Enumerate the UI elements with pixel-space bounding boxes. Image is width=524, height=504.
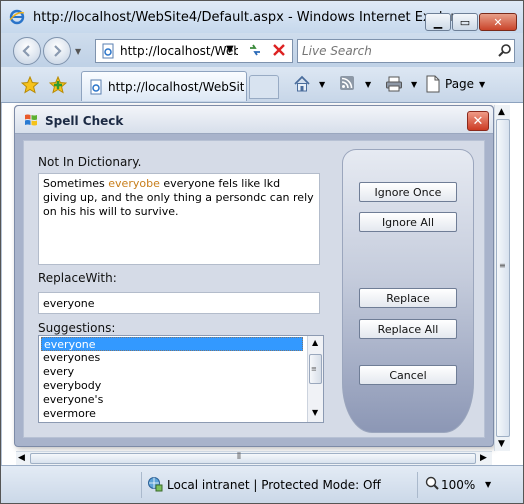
home-icon[interactable] — [293, 75, 311, 93]
refresh-icon[interactable] — [247, 42, 263, 58]
replace-all-button[interactable]: Replace All — [359, 319, 457, 339]
minimize-button[interactable]: ▁ — [425, 13, 451, 31]
back-arrow-icon — [22, 45, 30, 57]
list-item[interactable]: everyone's — [41, 393, 303, 407]
back-button[interactable] — [13, 37, 41, 65]
scroll-up-icon[interactable]: ▲ — [312, 338, 318, 347]
close-icon: ✕ — [493, 15, 503, 29]
grip-icon: ≡ — [499, 261, 506, 270]
page-menu-label[interactable]: Page — [445, 77, 474, 91]
close-icon: ✕ — [472, 113, 484, 129]
grip-icon: ≡ — [311, 365, 317, 373]
status-divider — [417, 472, 418, 498]
tab-toolbar: http://localhost/WebSite4/Default.aspx ▼… — [1, 67, 523, 103]
new-tab-button[interactable] — [249, 75, 279, 99]
scroll-right-icon[interactable]: ▶ — [480, 453, 487, 463]
list-item[interactable]: everybody — [41, 379, 303, 393]
tab-title: http://localhost/WebSite4/Default.aspx — [108, 80, 244, 94]
search-input[interactable] — [302, 42, 492, 60]
page-horizontal-scrollbar[interactable]: ◀ ⦀ ▶ — [16, 451, 492, 465]
dialog-close-button[interactable]: ✕ — [467, 111, 489, 131]
cancel-button[interactable]: Cancel — [359, 365, 457, 385]
replace-with-label: ReplaceWith: — [38, 271, 117, 285]
ie-logo-icon — [9, 9, 25, 25]
security-zone-text[interactable]: Local intranet | Protected Mode: Off — [167, 478, 381, 492]
zoom-dropdown-icon[interactable]: ▼ — [485, 480, 491, 489]
page-content: Spell Check ✕ Not In Dictionary. Sometim… — [1, 103, 523, 465]
ignore-all-button[interactable]: Ignore All — [359, 212, 457, 232]
print-dropdown-icon[interactable]: ▼ — [411, 80, 417, 89]
favorites-star-icon[interactable] — [21, 76, 39, 94]
spell-check-dialog: Spell Check ✕ Not In Dictionary. Sometim… — [14, 105, 494, 447]
ignore-once-button[interactable]: Ignore Once — [359, 182, 457, 202]
windows-flag-icon — [25, 114, 37, 126]
stop-icon[interactable] — [271, 42, 287, 58]
not-in-dictionary-label: Not In Dictionary. — [38, 155, 142, 169]
dialog-title-bar: Spell Check ✕ — [15, 106, 493, 134]
suggestions-scrollbar[interactable]: ▲ ≡ ▼ — [307, 336, 323, 422]
action-button-panel: Ignore Once Ignore All Replace Replace A… — [342, 149, 474, 433]
zoom-icon[interactable] — [425, 476, 439, 490]
scroll-left-icon[interactable]: ◀ — [18, 453, 25, 463]
address-dropdown-icon[interactable]: ▼ — [226, 44, 234, 55]
address-url: http://localhost/WebSite4/Default.aspx — [120, 44, 238, 58]
search-box[interactable] — [297, 39, 515, 63]
close-window-button[interactable]: ✕ — [479, 13, 517, 31]
address-toolbar: ▼ http://localhost/WebSite4/Default.aspx… — [1, 33, 523, 67]
local-intranet-icon — [148, 477, 163, 492]
maximize-icon: ▭ — [459, 15, 471, 29]
status-divider — [141, 472, 142, 498]
window-title: http://localhost/WebSite4/Default.aspx -… — [33, 10, 469, 25]
scroll-thumb[interactable] — [496, 119, 510, 437]
maximize-button[interactable]: ▭ — [452, 13, 478, 31]
dialog-body: Not In Dictionary. Sometimes everyobe ev… — [23, 140, 485, 438]
tab-current-page[interactable]: http://localhost/WebSite4/Default.aspx — [81, 71, 247, 101]
page-icon — [90, 79, 102, 95]
text-before: Sometimes — [43, 177, 109, 190]
scroll-up-icon[interactable]: ▲ — [498, 107, 505, 117]
print-icon[interactable] — [385, 75, 403, 93]
page-vertical-scrollbar[interactable]: ▲ ≡ ▼ — [494, 105, 510, 451]
page-menu-dropdown-icon[interactable]: ▼ — [479, 80, 485, 89]
address-bar[interactable]: http://localhost/WebSite4/Default.aspx ▼ — [95, 39, 293, 63]
title-bar: http://localhost/WebSite4/Default.aspx -… — [1, 1, 523, 33]
list-item[interactable]: everyones — [41, 351, 303, 365]
list-item[interactable]: evermore — [41, 407, 303, 421]
checked-text-area[interactable]: Sometimes everyobe everyone fels like lk… — [38, 173, 320, 265]
page-menu-icon[interactable] — [425, 75, 441, 93]
misspelled-word: everyobe — [108, 177, 160, 190]
page-icon — [102, 43, 114, 59]
suggestions-list[interactable]: everyone everyones every everybody every… — [38, 335, 324, 423]
forward-arrow-icon — [54, 45, 62, 57]
status-bar: Local intranet | Protected Mode: Off 100… — [1, 465, 523, 503]
feeds-icon[interactable] — [339, 75, 355, 91]
minimize-icon: ▁ — [433, 15, 443, 29]
search-icon[interactable] — [498, 43, 512, 57]
browser-window: http://localhost/WebSite4/Default.aspx -… — [0, 0, 524, 504]
scroll-down-icon[interactable]: ▼ — [498, 439, 505, 449]
replace-with-input[interactable] — [38, 292, 320, 314]
list-item[interactable]: every — [41, 365, 303, 379]
scroll-thumb[interactable]: ⦀ — [30, 452, 476, 464]
list-item[interactable]: everyone — [41, 337, 303, 351]
replace-button[interactable]: Replace — [359, 288, 457, 308]
home-dropdown-icon[interactable]: ▼ — [319, 80, 325, 89]
forward-button[interactable] — [43, 37, 71, 65]
add-favorites-icon[interactable] — [49, 76, 67, 94]
grip-icon: ⦀ — [237, 452, 241, 462]
dialog-title: Spell Check — [45, 114, 124, 128]
suggestions-label: Suggestions: — [38, 321, 116, 335]
recent-pages-dropdown[interactable]: ▼ — [75, 47, 81, 56]
zoom-level[interactable]: 100% — [441, 478, 475, 492]
scroll-down-icon[interactable]: ▼ — [312, 408, 318, 417]
feeds-dropdown-icon[interactable]: ▼ — [365, 80, 371, 89]
